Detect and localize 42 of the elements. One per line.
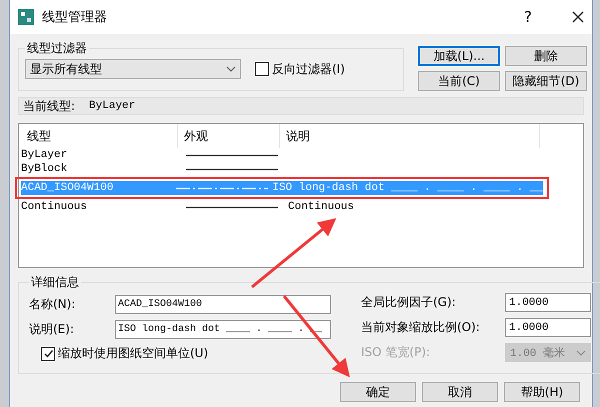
group-title: 线型过滤器 [26,40,88,57]
current-linetype-value: ByLayer [89,100,136,112]
cancel-button[interactable]: 取消 [422,382,498,402]
filter-dropdown[interactable]: 显示所有线型 [25,59,241,79]
chevron-icon [576,350,586,356]
close-icon[interactable] [572,11,584,23]
linetype-description: Continuous [288,201,354,213]
checkbox[interactable] [41,346,55,360]
group-title: 详细信息 [30,274,80,291]
field-label: 当前线型: [23,98,76,114]
linetype-name: ACAD_ISO04W100 [21,182,114,194]
field-label: 名称(N): [29,296,76,313]
app-icon [18,9,34,25]
help-button[interactable]: ? [524,8,532,26]
checkbox-label: 缩放时使用图纸空间单位(U) [58,345,208,362]
load-button[interactable]: 加载(L)... [418,46,500,66]
checkbox-label: 反向过滤器(I) [272,60,345,78]
linetype-row[interactable]: Continuous Continuous [21,200,543,214]
linetype-row[interactable]: ByBlock [21,162,543,176]
current-button[interactable]: 当前(C) [418,71,500,91]
field-label: 说明(E): [29,321,75,338]
ok-button[interactable]: 确定 [340,382,416,402]
column-header[interactable]: 说明 [280,124,540,148]
column-header[interactable]: 线型 [21,124,178,148]
text-field[interactable]: 1.0000 [505,293,591,312]
text-field[interactable]: 1.0000 [505,318,591,337]
column-header[interactable]: 外观 [178,124,280,148]
help-button[interactable]: 帮助(H) [504,382,580,402]
linetype-name: ByLayer [21,149,68,161]
field-label: 全局比例因子(G): [361,294,457,311]
linetype-description: ISO long-dash dot ____ . ____ . ____ . __ [272,182,543,194]
checkbox[interactable] [255,62,269,76]
field-label: 当前对象缩放比例(O): [361,319,481,336]
hide-details-button[interactable]: 隐藏细节(D) [505,71,587,91]
chevron-icon [226,66,236,72]
text-field[interactable]: ACAD_ISO04W100 [115,295,331,314]
delete-button[interactable]: 删除 [505,46,587,66]
linetype-row[interactable]: ByLayer [21,148,543,162]
linetype-name: ByBlock [21,163,68,175]
window-title: 线型管理器 [42,9,108,26]
linetype-name: Continuous [21,201,88,213]
field-label: ISO 笔宽(P): [361,344,432,361]
